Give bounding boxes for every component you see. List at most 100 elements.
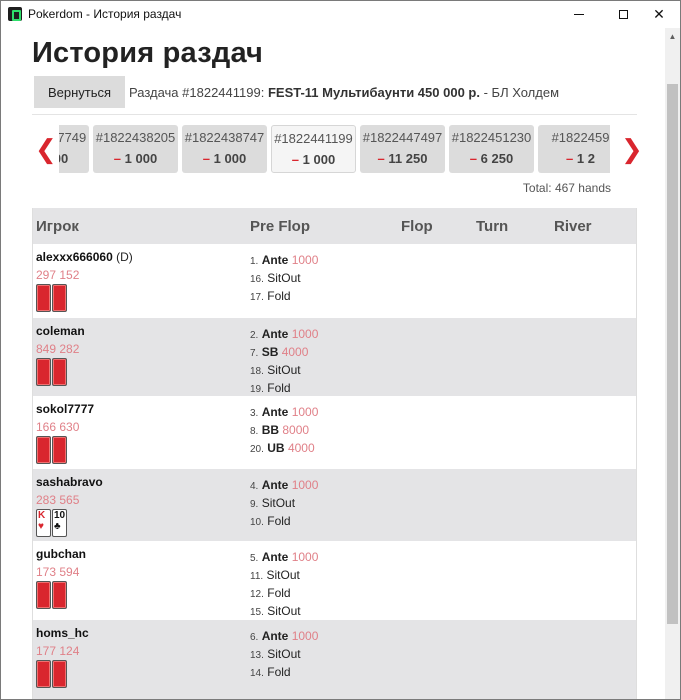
hole-cards: [36, 581, 68, 609]
back-button[interactable]: Вернуться: [34, 76, 125, 108]
hand-card[interactable]: #1822447497 – 11 250: [360, 125, 445, 173]
action-line: 3. Ante 1000: [250, 403, 318, 421]
action-amount: 1000: [291, 327, 319, 341]
app-window: Pokerdom - История раздач ✕ История разд…: [0, 0, 681, 700]
action-line: 19. Fold: [250, 379, 318, 397]
scrollbar[interactable]: ▲: [665, 28, 680, 699]
hand-card[interactable]: #1822438205 – 1 000: [93, 125, 178, 173]
action-name: SitOut: [266, 568, 300, 582]
hand-card[interactable]: #1822441199 – 1 000: [271, 125, 356, 173]
card-suit-icon: ♥: [38, 521, 44, 532]
hand-card[interactable]: #1822459 – 1 2: [538, 125, 610, 173]
column-turn: Turn: [476, 218, 509, 235]
minus-sign: –: [202, 151, 211, 166]
amount-value: 1 2: [576, 151, 595, 166]
page-title: История раздач: [32, 37, 264, 69]
card-back-icon: [52, 581, 67, 609]
preflop-actions: 2. Ante 1000 7. SB 4000 18. SitOut 19. Fold: [250, 325, 318, 397]
player-name-text: sashabravo: [36, 475, 103, 489]
next-hand-chevron-right-icon[interactable]: ❯: [621, 135, 643, 163]
hand-amount: – 1 000: [182, 151, 267, 166]
hand-card[interactable]: #1822451230 – 6 250: [449, 125, 534, 173]
amount-value: 1 000: [59, 151, 69, 166]
action-line: 11. SitOut: [250, 566, 318, 584]
prev-hand-chevron-left-icon[interactable]: ❮: [35, 135, 57, 163]
table-row: gubchan 173 594 5. Ante 1000 11. SitOut 12. …: [33, 541, 636, 620]
card-back-icon: [36, 660, 51, 688]
action-amount: 1000: [291, 405, 319, 419]
action-number: 13.: [250, 650, 264, 661]
card-back-icon: [52, 284, 67, 312]
action-number: 4.: [250, 481, 259, 492]
hand-card[interactable]: #1822438747 – 1 000: [182, 125, 267, 173]
table-header: Игрок Pre Flop Flop Turn River: [33, 208, 636, 244]
game-type: - БЛ Холдем: [483, 85, 560, 100]
table-row: homs_hc 177 124 6. Ante 1000 13. SitOut 14. …: [33, 620, 636, 699]
scroll-up-arrow-icon[interactable]: ▲: [665, 28, 680, 44]
action-line: 7. SB 4000: [250, 343, 318, 361]
action-line: 9. SitOut: [250, 494, 318, 512]
action-number: 1.: [250, 256, 259, 267]
action-number: 19.: [250, 384, 264, 395]
minimize-button[interactable]: [557, 1, 601, 28]
preflop-actions: 5. Ante 1000 11. SitOut 12. Fold 15. SitOut: [250, 548, 318, 620]
action-line: 4. Ante 1000: [250, 476, 318, 494]
hand-id: #1822438205: [95, 130, 176, 145]
action-number: 6.: [250, 632, 259, 643]
action-name: Fold: [267, 665, 291, 679]
divider: [32, 114, 637, 115]
action-number: 5.: [250, 553, 259, 564]
amount-value: 1 000: [213, 151, 247, 166]
close-icon: ✕: [653, 6, 665, 22]
playing-card-face: 10 ♣: [52, 509, 67, 537]
action-name: Ante: [261, 629, 289, 643]
player-name: sokol7777: [36, 402, 94, 416]
column-player: Игрок: [36, 218, 79, 235]
action-name: Fold: [267, 586, 291, 600]
action-number: 16.: [250, 274, 264, 285]
card-back-icon: [52, 358, 67, 386]
minus-sign: –: [377, 151, 385, 166]
player-name-text: coleman: [36, 324, 85, 338]
hand-card[interactable]: #1822437749 – 1 000: [59, 125, 89, 173]
action-line: 15. SitOut: [250, 602, 318, 620]
column-river: River: [554, 218, 592, 235]
hand-amount: – 1 000: [272, 152, 355, 167]
preflop-actions: 6. Ante 1000 13. SitOut 14. Fold: [250, 627, 318, 681]
hand-amount: – 1 000: [93, 151, 178, 166]
preflop-actions: 1. Ante 1000 16. SitOut 17. Fold: [250, 251, 318, 305]
card-rank: 10: [54, 510, 66, 521]
player-stack: 849 282: [36, 342, 80, 356]
action-name: SitOut: [261, 496, 296, 510]
column-preflop: Pre Flop: [250, 218, 311, 235]
action-amount: 1000: [291, 478, 319, 492]
card-back-icon: [52, 660, 67, 688]
hand-number: Раздача #1822441199:: [129, 85, 265, 100]
scroll-thumb[interactable]: [667, 84, 678, 624]
action-number: 12.: [250, 589, 264, 600]
hand-id: #1822441199: [274, 131, 353, 146]
window-title: Pokerdom - История раздач: [28, 7, 182, 21]
action-number: 20.: [250, 444, 264, 455]
action-name: Ante: [261, 327, 289, 341]
title-bar: Pokerdom - История раздач ✕: [1, 1, 680, 28]
action-number: 2.: [250, 330, 259, 341]
action-name: SB: [261, 345, 279, 359]
hole-cards: [36, 358, 68, 386]
hand-amount: – 1 000: [59, 151, 89, 166]
action-line: 16. SitOut: [250, 269, 318, 287]
player-name: homs_hc: [36, 626, 89, 640]
player-name: sashabravo: [36, 475, 103, 489]
action-amount: 1000: [291, 629, 319, 643]
hand-id: #1822459: [551, 130, 610, 145]
card-back-icon: [36, 284, 51, 312]
card-back-icon: [52, 436, 67, 464]
action-line: 20. UB 4000: [250, 439, 318, 457]
player-name-text: homs_hc: [36, 626, 89, 640]
pokerdom-logo-icon: [8, 7, 22, 21]
column-flop: Flop: [401, 218, 433, 235]
hand-id: #1822437749: [59, 130, 87, 145]
action-number: 17.: [250, 292, 264, 303]
player-name: gubchan: [36, 547, 86, 561]
close-button[interactable]: ✕: [637, 1, 680, 28]
